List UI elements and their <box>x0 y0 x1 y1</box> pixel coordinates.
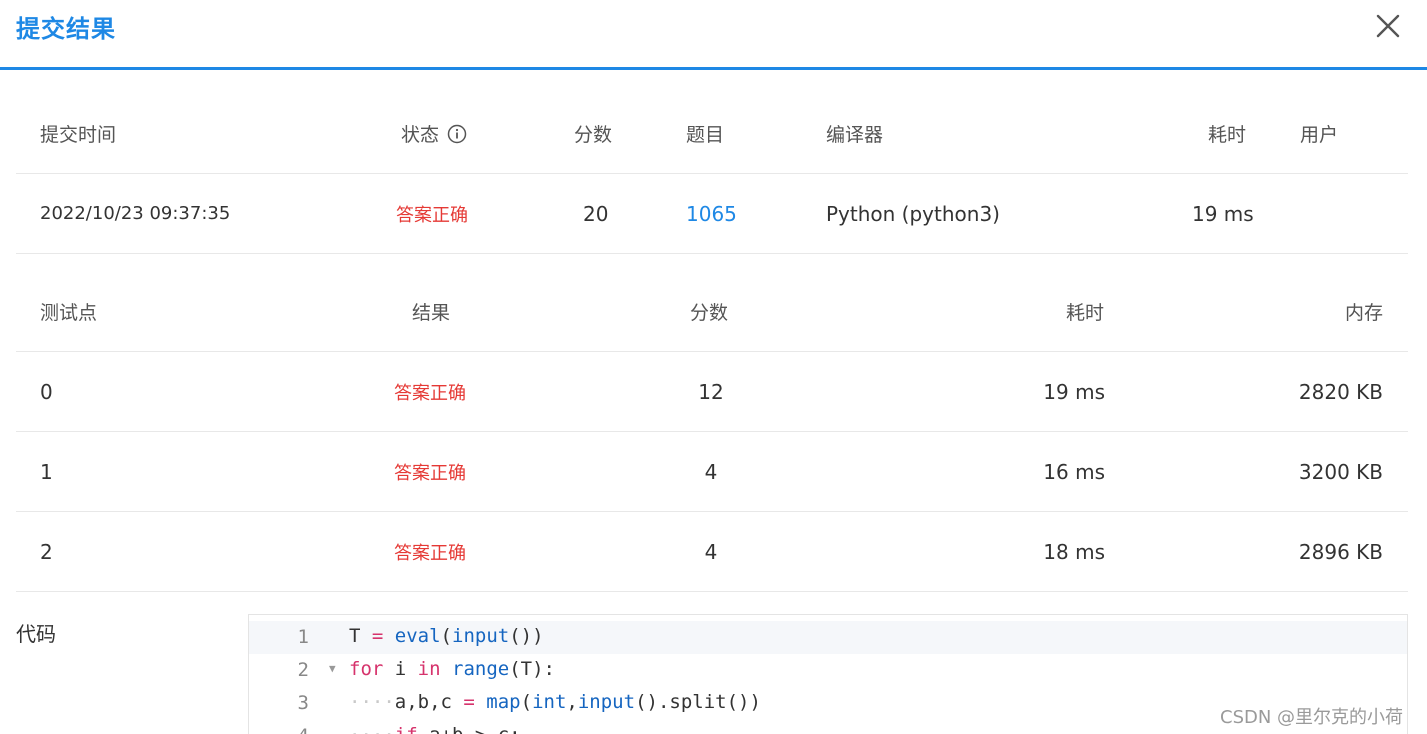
header-problem: 题目 <box>686 124 725 146</box>
watermark: CSDN @里尔克的小荷 <box>1220 707 1404 728</box>
problem-link[interactable]: 1065 <box>686 174 737 253</box>
code-text: ····a,b,c = map(int,input().split()) <box>349 691 761 713</box>
fold-arrow-icon[interactable]: ▼ <box>329 662 336 675</box>
test-duration: 19 ms <box>1043 379 1105 404</box>
test-score: 4 <box>704 539 718 564</box>
code-text: for i in range(T): <box>349 658 555 680</box>
header-user: 用户 <box>1300 124 1339 146</box>
header-submit-time: 提交时间 <box>40 124 117 146</box>
header-test-score: 分数 <box>690 302 729 324</box>
line-number: 3 <box>297 692 309 714</box>
test-score: 12 <box>698 379 724 404</box>
submit-time: 2022/10/23 09:37:35 <box>40 203 231 224</box>
dialog-title: 提交结果 <box>16 15 116 43</box>
header-score: 分数 <box>574 124 613 146</box>
test-memory: 2896 KB <box>1298 539 1383 564</box>
test-result: 答案正确 <box>394 542 466 564</box>
dialog-header: 提交结果 <box>0 0 1427 70</box>
code-text: T = eval(input()) <box>349 625 544 647</box>
header-result: 结果 <box>412 302 451 324</box>
tests-header-row: 测试点 结果 分数 耗时 内存 <box>16 272 1408 352</box>
test-memory: 3200 KB <box>1298 459 1383 484</box>
summary-row: 2022/10/23 09:37:35 答案正确 20 1065 Python … <box>16 174 1408 254</box>
summary-duration: 19 ms <box>1192 201 1254 226</box>
header-compiler: 编译器 <box>826 124 884 146</box>
test-point: 2 <box>40 539 53 564</box>
table-row: 2 答案正确 4 18 ms 2896 KB <box>16 512 1408 592</box>
test-result: 答案正确 <box>394 382 466 404</box>
header-status: 状态 <box>401 94 467 173</box>
code-line: 1 T = eval(input()) <box>249 621 1407 654</box>
compiler-name: Python (python3) <box>826 201 1000 226</box>
status-badge: 答案正确 <box>396 204 468 226</box>
header-test-duration: 耗时 <box>1065 302 1104 324</box>
test-score: 4 <box>704 459 718 484</box>
header-duration: 耗时 <box>1208 124 1247 146</box>
line-number: 2 <box>297 659 309 681</box>
summary-score: 20 <box>583 201 609 226</box>
code-label: 代码 <box>16 622 56 646</box>
test-duration: 18 ms <box>1043 539 1105 564</box>
test-memory: 2820 KB <box>1298 379 1383 404</box>
table-row: 1 答案正确 4 16 ms 3200 KB <box>16 432 1408 512</box>
header-memory: 内存 <box>1344 302 1383 324</box>
header-status-label: 状态 <box>401 124 440 146</box>
test-point: 0 <box>40 379 53 404</box>
summary-header-row: 提交时间 状态 分数 题目 编译器 耗时 用户 <box>16 94 1408 174</box>
test-point: 1 <box>40 459 53 484</box>
close-icon[interactable] <box>1372 10 1404 42</box>
info-icon[interactable] <box>447 124 467 144</box>
line-number: 1 <box>297 626 309 648</box>
test-result: 答案正确 <box>394 462 466 484</box>
code-text: ····if a+b > c: <box>349 724 521 734</box>
table-row: 0 答案正确 12 19 ms 2820 KB <box>16 352 1408 432</box>
test-duration: 16 ms <box>1043 459 1105 484</box>
header-test-point: 测试点 <box>40 302 98 324</box>
line-number: 4 <box>249 725 309 734</box>
code-line: 2 ▼ for i in range(T): <box>249 654 1407 687</box>
